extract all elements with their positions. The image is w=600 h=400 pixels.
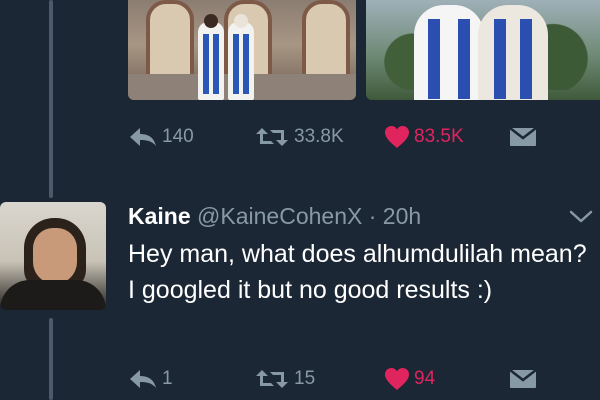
- tweet-photo-1[interactable]: [128, 0, 356, 100]
- direct-message-icon: [509, 127, 537, 146]
- reply-button[interactable]: 1: [128, 365, 173, 393]
- photo-person: [478, 5, 548, 100]
- chevron-down-icon[interactable]: [568, 206, 594, 226]
- user-handle[interactable]: @KaineCohenX: [197, 203, 362, 229]
- direct-message-button[interactable]: [508, 365, 538, 393]
- photo-stole: [233, 34, 239, 94]
- separator-dot: ·: [368, 203, 377, 229]
- reply-count: 140: [162, 126, 194, 147]
- direct-message-button[interactable]: [508, 123, 538, 151]
- thread-connector-line: [49, 0, 53, 198]
- thread-connector-line: [49, 318, 53, 400]
- reply-icon: [130, 370, 156, 388]
- retweet-count: 33.8K: [294, 126, 344, 147]
- avatar-face: [33, 228, 77, 284]
- retweet-count: 15: [294, 368, 316, 389]
- photo-head: [204, 14, 218, 28]
- tweet-action-bar: 1 15 94: [128, 365, 568, 393]
- photo-stole: [494, 19, 506, 99]
- like-count: 83.5K: [414, 126, 464, 147]
- tweet-photo-2[interactable]: [366, 0, 600, 100]
- tweet-text: Hey man, what does alhumdulilah mean? I …: [128, 240, 587, 304]
- retweet-icon: [256, 128, 288, 146]
- reply-button[interactable]: 140: [128, 123, 194, 151]
- reply-icon: [130, 128, 156, 146]
- like-button[interactable]: 83.5K: [384, 123, 464, 151]
- reply-count: 1: [162, 368, 173, 389]
- retweet-icon: [256, 370, 288, 388]
- retweet-button[interactable]: 33.8K: [254, 123, 344, 151]
- avatar-shirt: [0, 280, 106, 310]
- photo-stole: [520, 19, 532, 99]
- photo-stole: [243, 34, 249, 94]
- photo-stole: [458, 19, 470, 99]
- like-button[interactable]: 94: [384, 365, 435, 393]
- heart-icon: [385, 368, 409, 390]
- like-count: 94: [414, 368, 436, 389]
- retweet-button[interactable]: 15: [254, 365, 315, 393]
- avatar[interactable]: [0, 202, 106, 310]
- tweet-header: Kaine @KaineCohenX · 20h: [128, 200, 421, 232]
- timeline: 140 33.8K 83.5K Kaine @KaineCohenX · 20h…: [0, 0, 600, 400]
- photo-stole: [428, 19, 440, 99]
- photo-person: [228, 22, 254, 100]
- display-name[interactable]: Kaine: [128, 203, 191, 229]
- direct-message-icon: [509, 369, 537, 388]
- timestamp[interactable]: 20h: [383, 203, 421, 229]
- heart-icon: [385, 126, 409, 148]
- tweet-action-bar: 140 33.8K 83.5K: [128, 123, 568, 151]
- photo-head: [234, 14, 248, 28]
- photo-stole: [213, 34, 219, 94]
- photo-stole: [203, 34, 209, 94]
- photo-person: [198, 22, 224, 100]
- photo-person: [414, 5, 484, 100]
